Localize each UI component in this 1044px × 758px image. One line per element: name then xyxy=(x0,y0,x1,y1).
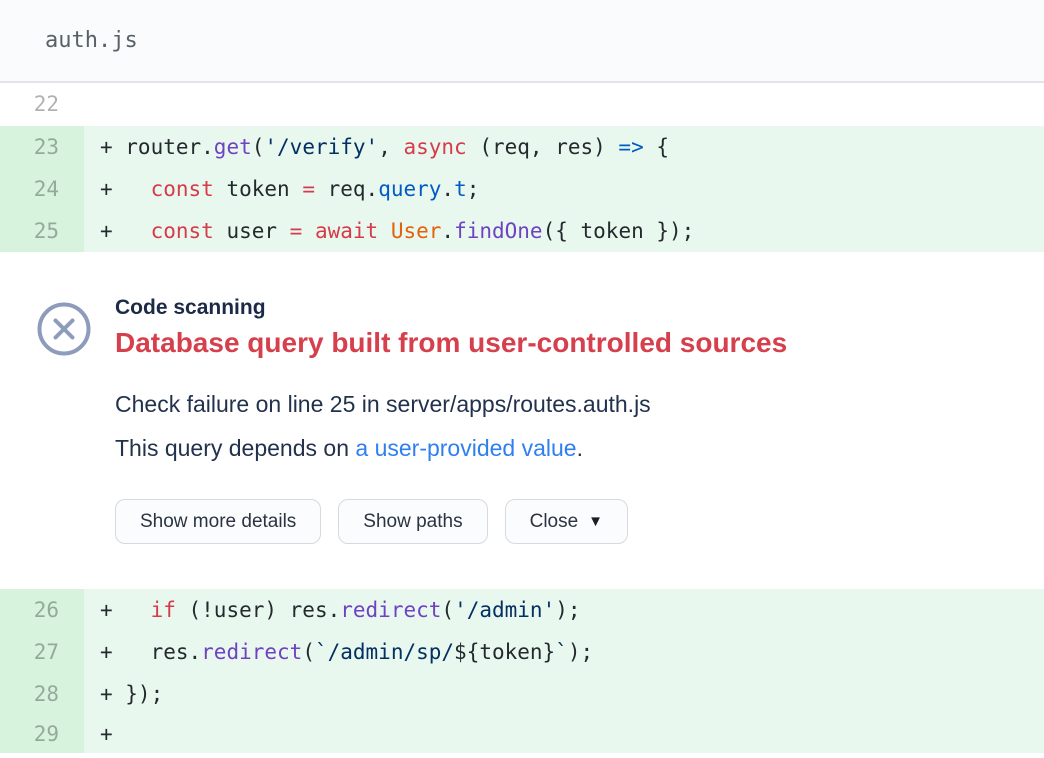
code-line-25: + const user = await User.findOne({ toke… xyxy=(84,210,1044,252)
code-line-29: + xyxy=(84,715,1044,753)
code-token: + }); xyxy=(100,682,163,706)
alert-description-prefix: This query depends on xyxy=(115,435,355,461)
line-number-22[interactable]: 22 xyxy=(0,83,84,126)
line-number-24[interactable]: 24 xyxy=(0,168,84,210)
code-token: const xyxy=(151,219,214,243)
alert-title: Database query built from user-controlle… xyxy=(115,325,787,361)
code-line-22 xyxy=(84,83,1044,126)
diff-line-29: 29 + xyxy=(0,715,1044,753)
code-token: token xyxy=(214,177,303,201)
code-token: ); xyxy=(568,640,593,664)
file-header: auth.js xyxy=(0,0,1044,83)
show-more-details-button[interactable]: Show more details xyxy=(115,499,321,544)
code-token: = xyxy=(290,219,303,243)
code-scanning-alert: Code scanning Database query built from … xyxy=(0,252,1044,589)
alert-description-suffix: . xyxy=(577,435,583,461)
diff-line-26: 26+ if (!user) res.redirect('/admin'); xyxy=(0,589,1044,631)
diff-line-23: 23+ router.get('/verify', async (req, re… xyxy=(0,126,1044,168)
close-button[interactable]: Close ▼ xyxy=(505,499,628,544)
code-token: '/verify' xyxy=(264,135,378,159)
code-token: (req, res) xyxy=(467,135,619,159)
code-token: + xyxy=(100,177,151,201)
code-token: (!user) res. xyxy=(176,598,340,622)
code-token: , xyxy=(378,135,403,159)
code-token: ( xyxy=(252,135,265,159)
show-more-details-label: Show more details xyxy=(140,511,296,533)
line-number-28[interactable]: 28 xyxy=(0,673,84,715)
code-token: + xyxy=(100,219,151,243)
code-token: + xyxy=(100,722,113,746)
code-token xyxy=(378,219,391,243)
alert-description: This query depends on a user-provided va… xyxy=(115,433,787,463)
code-line-23: + router.get('/verify', async (req, res)… xyxy=(84,126,1044,168)
line-number-25[interactable]: 25 xyxy=(0,210,84,252)
user-provided-value-link[interactable]: a user-provided value xyxy=(355,435,576,461)
code-token: `/admin/sp/ xyxy=(315,640,454,664)
code-token: + xyxy=(100,598,151,622)
alert-tool-label: Code scanning xyxy=(115,294,787,321)
show-paths-button[interactable]: Show paths xyxy=(338,499,487,544)
code-token: . xyxy=(441,177,454,201)
code-token: req. xyxy=(315,177,378,201)
code-token: await xyxy=(315,219,378,243)
code-token: if xyxy=(151,598,176,622)
code-line-28: + }); xyxy=(84,673,1044,715)
code-token: { xyxy=(644,135,669,159)
code-token: ); xyxy=(555,598,580,622)
line-number-23[interactable]: 23 xyxy=(0,126,84,168)
code-token: redirect xyxy=(201,640,302,664)
line-number-27[interactable]: 27 xyxy=(0,631,84,673)
alert-buttons: Show more details Show paths Close ▼ xyxy=(115,499,787,544)
diff-line-25: 25+ const user = await User.findOne({ to… xyxy=(0,210,1044,252)
code-token xyxy=(302,219,315,243)
code-token: + res. xyxy=(100,640,201,664)
diff-line-22: 22 xyxy=(0,83,1044,126)
show-paths-label: Show paths xyxy=(363,511,462,533)
code-line-27: + res.redirect(`/admin/sp/${token}`); xyxy=(84,631,1044,673)
dropdown-caret-icon: ▼ xyxy=(588,513,603,530)
alert-body: Code scanning Database query built from … xyxy=(91,294,787,589)
diff-line-27: 27+ res.redirect(`/admin/sp/${token}`); xyxy=(0,631,1044,673)
code-token: user xyxy=(214,219,290,243)
diff-line-28: 28 + }); xyxy=(0,673,1044,715)
diff-view: 2223+ router.get('/verify', async (req, … xyxy=(0,83,1044,753)
line-number-29[interactable]: 29 xyxy=(0,715,84,753)
code-token: ({ token }); xyxy=(543,219,695,243)
code-token: User xyxy=(391,219,442,243)
code-token: = xyxy=(302,177,315,201)
code-token: ( xyxy=(441,598,454,622)
diff-hunk-top: 2223+ router.get('/verify', async (req, … xyxy=(0,83,1044,252)
code-token: ; xyxy=(467,177,480,201)
diff-hunk-bottom: 26+ if (!user) res.redirect('/admin');27… xyxy=(0,589,1044,753)
circle-x-icon xyxy=(37,302,91,356)
code-token: t xyxy=(454,177,467,201)
code-token: ${token} xyxy=(454,640,555,664)
diff-line-24: 24+ const token = req.query.t; xyxy=(0,168,1044,210)
code-line-26: + if (!user) res.redirect('/admin'); xyxy=(84,589,1044,631)
close-label: Close xyxy=(530,511,579,533)
code-token: ` xyxy=(555,640,568,664)
code-token: const xyxy=(151,177,214,201)
code-token: => xyxy=(618,135,643,159)
code-token: + router. xyxy=(100,135,214,159)
code-token: findOne xyxy=(454,219,543,243)
line-number-26[interactable]: 26 xyxy=(0,589,84,631)
code-token: get xyxy=(214,135,252,159)
code-token: ( xyxy=(302,640,315,664)
code-token: . xyxy=(441,219,454,243)
code-token: async xyxy=(403,135,466,159)
code-token: redirect xyxy=(340,598,441,622)
file-name: auth.js xyxy=(45,28,138,53)
code-line-24: + const token = req.query.t; xyxy=(84,168,1044,210)
alert-location-text: Check failure on line 25 in server/apps/… xyxy=(115,389,787,419)
code-token: query xyxy=(378,177,441,201)
code-token: '/admin' xyxy=(454,598,555,622)
